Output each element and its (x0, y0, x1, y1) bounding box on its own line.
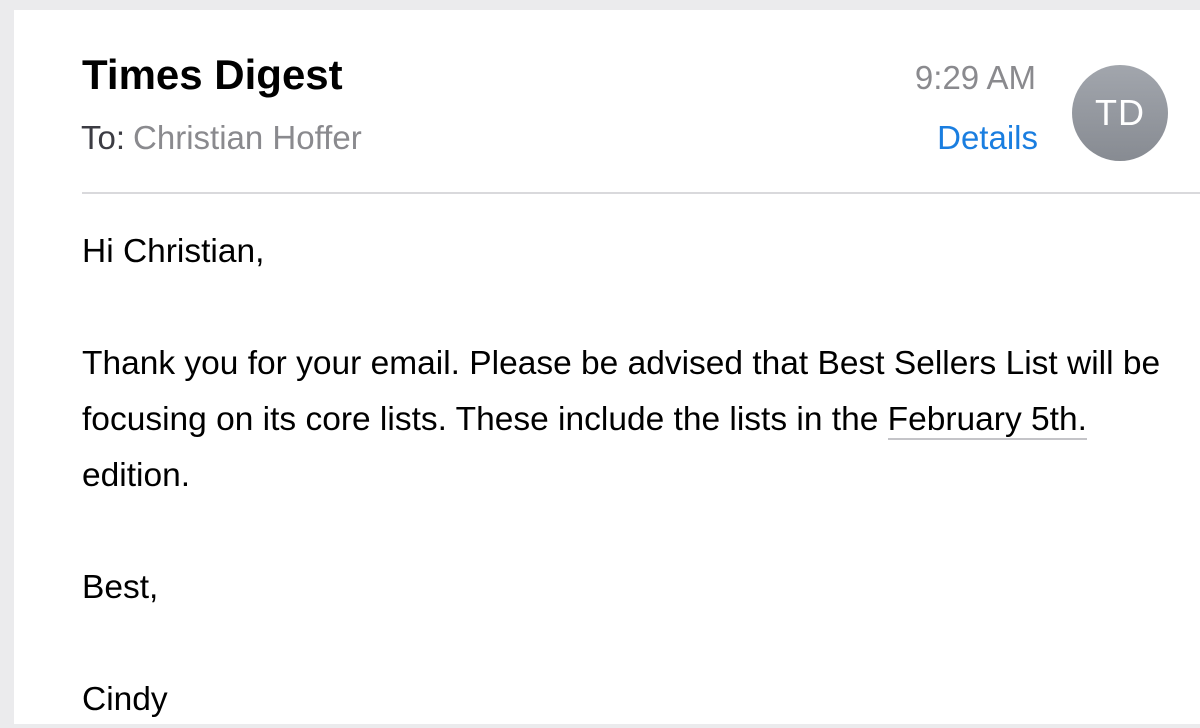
message-paragraph: Thank you for your email. Please be advi… (82, 336, 1162, 504)
signature-line: Cindy (82, 681, 168, 718)
message-time: 9:29 AM (914, 59, 1036, 96)
header-divider (82, 192, 1200, 194)
details-link[interactable]: Details (937, 118, 1038, 158)
greeting-line: Hi Christian, (82, 233, 265, 270)
to-label: To: (81, 119, 126, 156)
signoff-line: Best, (82, 569, 159, 606)
email-message: Times Digest To: Christian Hoffer 9:29 AM… (14, 10, 1200, 724)
recipient-row: To: Christian Hoffer (81, 118, 362, 158)
recipient-name[interactable]: Christian Hoffer (133, 119, 362, 156)
message-body: Hi Christian, Thank you for your email. … (82, 224, 1162, 728)
date-detector-link[interactable]: February 5th. (887, 401, 1087, 440)
sender-name[interactable]: Times Digest (82, 50, 343, 100)
sender-avatar[interactable]: TD (1072, 65, 1168, 161)
paragraph-text-after-link: edition. (82, 457, 191, 494)
